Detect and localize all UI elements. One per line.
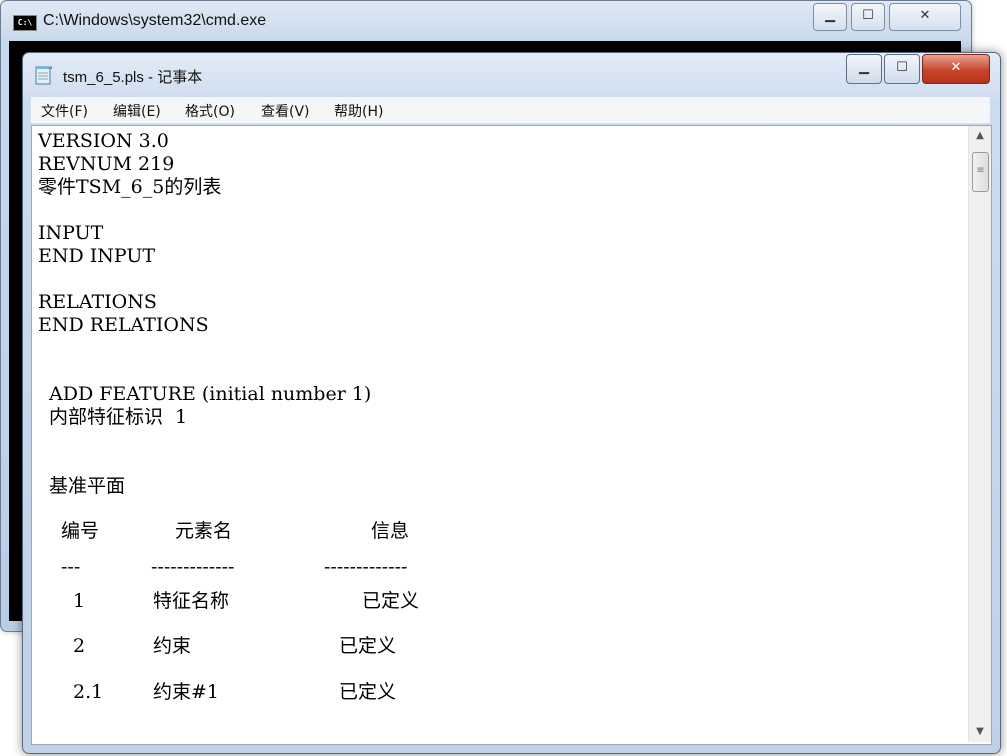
table-row-number: 2.1 <box>73 681 104 703</box>
menu-bar: 文件(F) 编辑(E) 格式(O) 查看(V) 帮助(H) <box>31 97 990 124</box>
text-line-version: VERSION 3.0 <box>38 130 169 152</box>
table-row-number: 1 <box>73 590 86 612</box>
cmd-maximize-button[interactable]: ☐ <box>851 3 885 31</box>
table-header-info: 信息 <box>371 520 410 542</box>
table-row-name: 约束 <box>153 635 192 657</box>
text-line-add-feature: ADD FEATURE (initial number 1) <box>49 383 372 405</box>
scroll-up-arrow-icon[interactable]: ▲ <box>969 126 991 146</box>
table-row-info: 已定义 <box>339 681 397 703</box>
notepad-window[interactable]: tsm_6_5.pls - 记事本 ▁ ☐ ✕ 文件(F) 编辑(E) 格式(O… <box>22 52 1001 754</box>
text-line-revnum: REVNUM 219 <box>38 153 175 175</box>
table-separator-name: ------------- <box>151 556 235 578</box>
table-header-number: 编号 <box>61 520 100 542</box>
editor-client-area: VERSION 3.0 REVNUM 219 零件TSM_6_5的列表 INPU… <box>31 125 992 745</box>
notepad-titlebar[interactable]: tsm_6_5.pls - 记事本 ▁ ☐ ✕ <box>23 53 1000 93</box>
table-header-element-name: 元素名 <box>175 520 233 542</box>
scroll-thumb[interactable]: ≡ <box>972 152 989 192</box>
close-button[interactable]: ✕ <box>922 54 990 84</box>
table-separator-number: --- <box>61 556 81 578</box>
table-row-name: 约束#1 <box>153 681 220 703</box>
table-row-info: 已定义 <box>362 590 420 612</box>
text-line-end-relations: END RELATIONS <box>38 314 209 336</box>
table-separator-info: ------------- <box>324 556 408 578</box>
text-editor[interactable]: VERSION 3.0 REVNUM 219 零件TSM_6_5的列表 INPU… <box>32 126 967 742</box>
vertical-scrollbar[interactable]: ▲ ≡ ▼ <box>968 126 991 742</box>
table-row-info: 已定义 <box>339 635 397 657</box>
text-line-feature-id: 内部特征标识 1 <box>49 406 188 428</box>
text-line-relations: RELATIONS <box>38 291 157 313</box>
cmd-close-button[interactable]: ✕ <box>889 3 961 31</box>
cmd-titlebar[interactable]: C:\ C:\Windows\system32\cmd.exe ▁ ☐ ✕ <box>1 1 971 41</box>
text-line-part-list: 零件TSM_6_5的列表 <box>38 176 222 198</box>
notepad-window-title: tsm_6_5.pls - 记事本 <box>63 69 203 86</box>
menu-file[interactable]: 文件(F) <box>41 101 88 121</box>
scroll-down-arrow-icon[interactable]: ▼ <box>969 722 991 742</box>
table-row-number: 2 <box>73 635 86 657</box>
menu-view[interactable]: 查看(V) <box>261 101 310 121</box>
menu-help[interactable]: 帮助(H) <box>334 101 383 121</box>
text-line-end-input: END INPUT <box>38 245 156 267</box>
menu-format[interactable]: 格式(O) <box>185 101 235 121</box>
cmd-minimize-button[interactable]: ▁ <box>813 3 847 31</box>
notepad-icon <box>35 66 52 85</box>
minimize-button[interactable]: ▁ <box>846 54 882 84</box>
text-line-input: INPUT <box>38 222 104 244</box>
maximize-button[interactable]: ☐ <box>884 54 920 84</box>
cmd-window-title: C:\Windows\system32\cmd.exe <box>43 12 267 29</box>
text-line-datum-plane: 基准平面 <box>49 475 126 497</box>
table-row-name: 特征名称 <box>153 590 230 612</box>
menu-edit[interactable]: 编辑(E) <box>113 101 161 121</box>
console-icon: C:\ <box>13 15 37 31</box>
